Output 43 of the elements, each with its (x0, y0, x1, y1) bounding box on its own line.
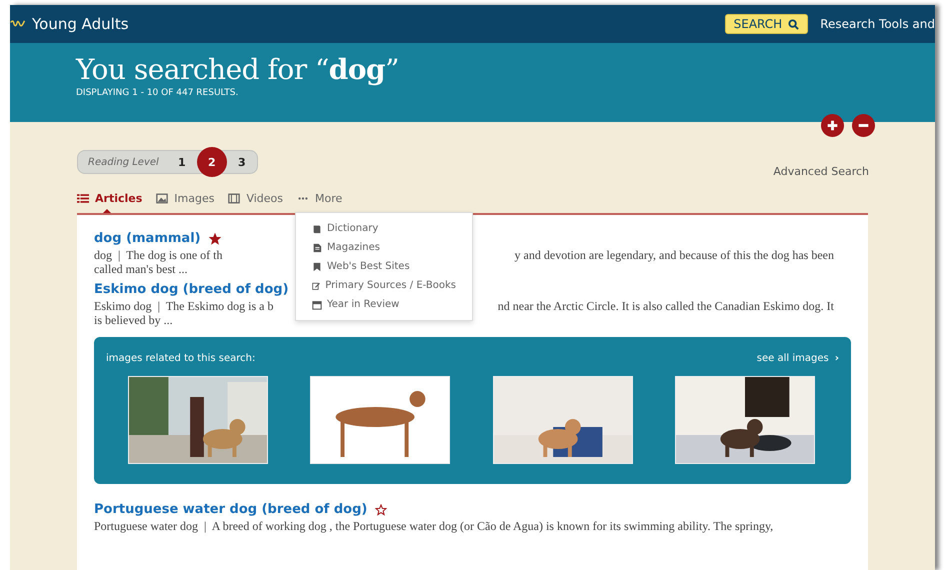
level-option[interactable]: 1 (166, 147, 197, 177)
search-heading: You searched for “dog” (76, 53, 400, 86)
menu-item[interactable]: Year in Review (296, 295, 472, 314)
minus-button[interactable] (852, 114, 875, 137)
menu-item[interactable]: Web's Best Sites (296, 257, 472, 276)
image-icon (156, 193, 168, 204)
calendar-icon (312, 300, 322, 310)
film-icon (228, 193, 240, 204)
tab[interactable]: Videos (228, 192, 284, 213)
result-snippet: is believed by ... (94, 313, 173, 327)
result-snippet: y and devotion are legendary, and because of this the dog has been (514, 248, 834, 262)
tab[interactable]: More (297, 192, 342, 213)
result-snippet: Portuguese water dog | A breed of working dog , the Portuguese water dog (or Cão de Agua) is known for its swimming ability. The springy, (94, 519, 774, 533)
site-title[interactable]: Young Adults (32, 15, 129, 33)
result-snippet: called man's best ... (94, 262, 188, 276)
result-title-link[interactable]: dog (mammal) (94, 231, 201, 246)
menu-item[interactable]: Magazines (296, 238, 472, 257)
star-icon[interactable] (208, 232, 221, 244)
tab[interactable]: Images (156, 192, 214, 213)
result-snippet: Eskimo dog | The Eskimo dog is a b (94, 299, 274, 313)
search-icon (788, 18, 800, 30)
star-icon[interactable] (375, 504, 388, 516)
panel-heading: images related to this search: (106, 353, 256, 364)
edit-icon (312, 280, 320, 290)
level-option[interactable]: 2 (196, 147, 227, 177)
menu-item[interactable]: Dictionary (296, 219, 472, 238)
reading-level-label: Reading Level (88, 156, 159, 168)
result-snippet: nd near the Arctic Circle. It is also called the Canadian Eskimo dog. It (498, 299, 834, 313)
results-count: DISPLAYING 1 - 10 OF 447 RESULTS. (76, 88, 240, 98)
advanced-search-link[interactable]: Advanced Search (773, 165, 869, 178)
menu-item[interactable]: Primary Sources / E-Books (296, 276, 472, 295)
result-title-link[interactable]: Portuguese water dog (breed of dog) (94, 502, 368, 517)
level-option[interactable]: 3 (226, 147, 257, 177)
see-all-images-link[interactable]: see all images › (756, 353, 839, 364)
list-icon (77, 193, 89, 204)
search-button[interactable]: SEARCH (724, 14, 808, 34)
plus-button[interactable] (821, 114, 844, 137)
document-icon (312, 242, 322, 252)
book-icon (312, 224, 322, 234)
result-title-link[interactable]: Eskimo dog (breed of dog) (94, 282, 289, 297)
result-snippet: dog | The dog is one of th (94, 248, 223, 262)
bookmark-icon (312, 262, 322, 272)
nav-link[interactable]: Research Tools and (820, 17, 935, 31)
